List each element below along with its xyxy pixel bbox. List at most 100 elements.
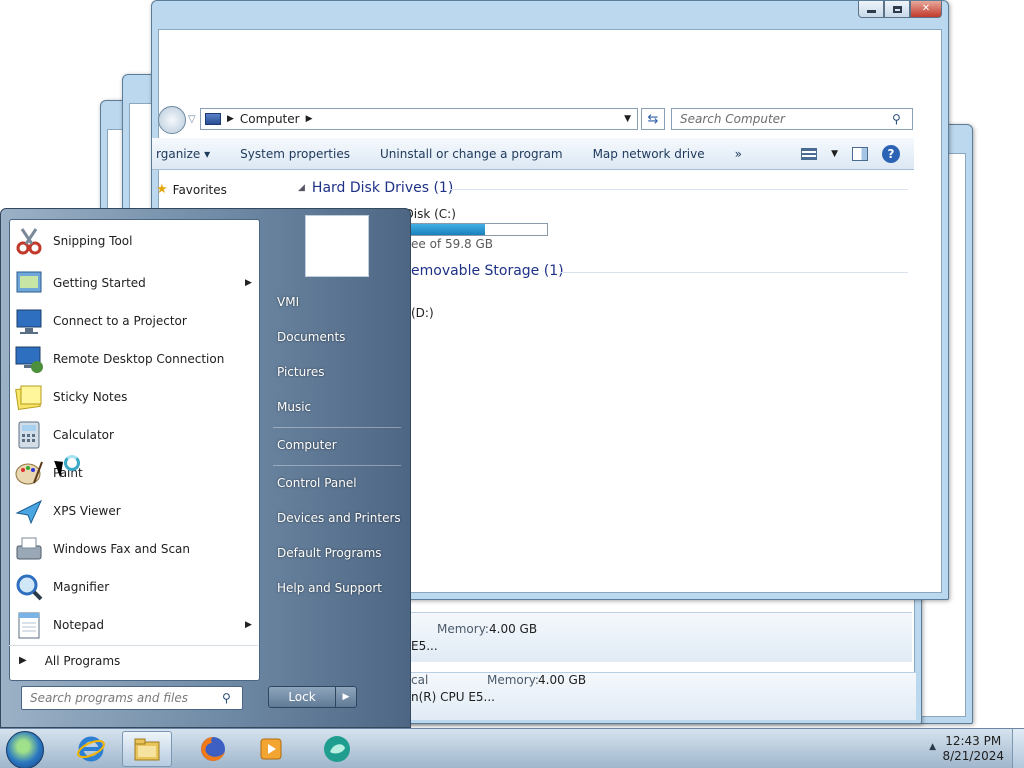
group-removable-storage[interactable]: emovable Storage (1) [411,263,564,279]
program-item[interactable]: Remote Desktop Connection [10,340,259,378]
help-icon[interactable]: ? [882,144,900,163]
taskbar: ▲ 12:43 PM 8/21/2024 [0,728,1024,768]
breadcrumb-arrow-icon[interactable]: ▶ [227,114,234,124]
programs-list: Snipping Tool Getting Started ▶ Connect to … [9,219,260,681]
default-programs-link[interactable]: Default Programs [277,546,382,560]
program-item[interactable]: Getting Started ▶ [10,264,259,302]
projector-icon [14,306,44,336]
documents-link[interactable]: Documents [277,330,345,344]
refresh-button[interactable]: ⇆ [641,108,665,130]
search-icon[interactable]: ⚲ [892,112,912,126]
program-label: Remote Desktop Connection [53,352,225,366]
maximize-button[interactable] [884,1,910,18]
clock-time: 12:43 PM [945,734,1002,748]
star-icon: ★ [156,182,168,197]
system-properties-button[interactable]: System properties [225,147,365,161]
program-item[interactable]: Sticky Notes [10,378,259,416]
program-item[interactable]: Magnifier [10,568,259,606]
group-hard-disk-drives[interactable]: ◢ Hard Disk Drives (1) [298,180,453,196]
app-icon[interactable] [312,731,362,767]
program-label: Windows Fax and Scan [53,542,191,556]
ie-icon[interactable] [66,731,116,767]
address-dropdown-icon[interactable]: ▼ [624,114,631,124]
minimize-button[interactable] [858,1,884,18]
breadcrumb-arrow-icon[interactable]: ▶ [306,114,313,124]
view-dropdown-icon[interactable]: ▼ [831,149,838,159]
preview-pane-icon[interactable] [852,146,868,161]
organize-button[interactable]: rganize ▾ [152,147,225,161]
start-button[interactable] [6,731,44,768]
close-button[interactable]: ✕ [910,1,942,18]
user-picture[interactable] [305,215,369,277]
remote-desktop-icon [14,344,44,374]
shutdown-options-arrow-icon[interactable]: ▶ [335,686,357,708]
clock-date: 8/21/2024 [942,749,1004,763]
uninstall-program-button[interactable]: Uninstall or change a program [365,147,578,161]
show-desktop-button[interactable] [1012,729,1024,768]
search-placeholder: Search Computer [680,112,785,126]
program-item[interactable]: Paint [10,454,259,492]
map-network-drive-button[interactable]: Map network drive [578,147,720,161]
program-label: XPS Viewer [53,504,121,518]
program-item[interactable]: Snipping Tool [10,222,259,260]
search-programs-input[interactable]: Search programs and files ⚲ [21,686,243,710]
more-commands-button[interactable]: » [720,147,757,161]
memory-value: 4.00 GB [538,673,587,687]
breadcrumb-computer[interactable]: Computer [240,112,300,126]
forward-arrow-icon[interactable]: ▽ [188,114,196,125]
program-item[interactable]: Connect to a Projector [10,302,259,340]
show-hidden-icons-icon[interactable]: ▲ [929,742,936,752]
pictures-link[interactable]: Pictures [277,365,325,379]
calculator-icon [14,420,44,450]
program-label: Calculator [53,428,114,442]
music-link[interactable]: Music [277,400,311,414]
change-view-icon[interactable] [801,147,818,160]
nav-favorites[interactable]: ★ Favorites [156,182,227,197]
program-label: Sticky Notes [53,390,128,404]
user-folder-link[interactable]: VMI [277,295,299,309]
group-divider [560,272,908,273]
busy-cursor-icon [64,455,80,471]
search-icon[interactable]: ⚲ [222,691,242,705]
control-panel-link[interactable]: Control Panel [277,476,357,490]
program-item[interactable]: XPS Viewer [10,492,259,530]
cpu-value: n(R) CPU E5... [411,690,495,704]
submenu-arrow-icon[interactable]: ▶ [245,278,259,288]
separator [273,465,401,466]
command-bar: rganize ▾ System properties Uninstall or… [152,138,914,170]
firefox-icon[interactable] [188,731,238,767]
domain-label: cal [411,673,429,687]
lock-button[interactable]: Lock [268,686,336,708]
program-label: Notepad [53,618,104,632]
paint-icon [14,458,44,488]
media-player-icon[interactable] [246,731,296,767]
program-label: Snipping Tool [53,234,133,248]
details-pane-back: cal Memory: 4.00 GB n(R) CPU E5... [410,672,916,720]
notepad-icon [14,610,44,640]
devices-printers-link[interactable]: Devices and Printers [277,511,401,525]
program-item[interactable]: Notepad ▶ [10,606,259,644]
program-item[interactable]: Windows Fax and Scan [10,530,259,568]
program-label: Paint [53,466,83,480]
details-pane: Memory: 4.00 GB E5... [410,612,912,662]
getting-started-icon [14,268,44,298]
computer-icon [205,113,221,125]
help-support-link[interactable]: Help and Support [277,581,382,595]
drive-d-label[interactable]: (D:) [411,306,434,320]
computer-link[interactable]: Computer [277,438,337,452]
memory-label: Memory: [437,622,489,636]
arrow-right-icon: ▶ [19,655,27,666]
collapse-icon[interactable]: ◢ [298,183,305,193]
search-computer-input[interactable]: Search Computer ⚲ [671,108,913,130]
separator [273,427,401,428]
submenu-arrow-icon[interactable]: ▶ [245,620,259,630]
back-button[interactable] [158,106,186,134]
drive-c-usage-bar [390,223,548,236]
magnifier-icon [14,572,44,602]
all-programs-button[interactable]: ▶ All Programs [9,645,258,675]
clock[interactable]: 12:43 PM 8/21/2024 [942,734,1004,764]
address-bar[interactable]: ▶ Computer ▶ ▼ [200,108,638,130]
program-item[interactable]: Calculator [10,416,259,454]
file-explorer-icon[interactable] [122,731,172,767]
search-placeholder: Search programs and files [30,691,188,705]
